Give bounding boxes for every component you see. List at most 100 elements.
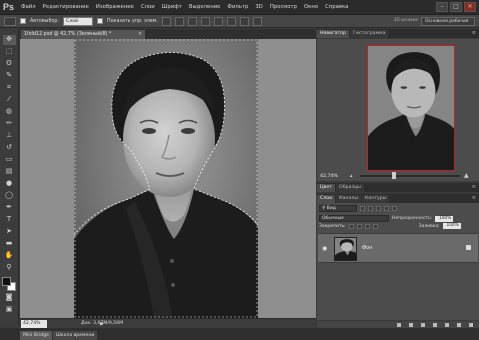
tab-swatches[interactable]: Образцы: [336, 184, 364, 192]
color-panel-menu-icon[interactable]: ≡: [472, 184, 476, 190]
new-group-icon[interactable]: [445, 322, 449, 327]
clone-stamp-tool-icon[interactable]: ⊥: [3, 131, 16, 141]
opacity-field[interactable]: 100%: [435, 215, 454, 222]
zoom-in-icon[interactable]: ▲: [464, 172, 469, 179]
autoselect-dropdown[interactable]: Слой: [63, 16, 94, 26]
move-tool-preset-icon[interactable]: [4, 16, 16, 26]
menu-filter[interactable]: Фильтр: [227, 4, 248, 10]
move-tool-icon[interactable]: ✥: [2, 35, 16, 45]
fill-field[interactable]: 100%: [442, 223, 461, 229]
lock-transparency-icon[interactable]: [348, 223, 354, 229]
status-menu-arrow-icon[interactable]: ▶: [100, 321, 104, 327]
quick-mask-icon[interactable]: ◙: [3, 293, 16, 303]
type-tool-icon[interactable]: T: [3, 215, 16, 225]
path-select-tool-icon[interactable]: ➤: [3, 227, 16, 237]
quick-select-tool-icon[interactable]: ✎: [3, 71, 16, 81]
layer-name[interactable]: Фон: [362, 246, 372, 251]
menu-view[interactable]: Просмотр: [270, 4, 297, 10]
align-bottom-icon[interactable]: [187, 16, 197, 26]
close-button[interactable]: ×: [464, 2, 476, 12]
filter-pixel-icon[interactable]: [360, 206, 365, 211]
tab-mini-bridge[interactable]: Mini Bridge: [20, 331, 52, 340]
eyedropper-tool-icon[interactable]: ⁄: [3, 95, 16, 105]
distribute-icon[interactable]: [239, 16, 249, 26]
menu-file[interactable]: Файл: [21, 4, 36, 10]
align-center-icon[interactable]: [213, 16, 223, 26]
layers-panel-menu-icon[interactable]: ≡: [472, 195, 476, 201]
adjustment-layer-icon[interactable]: [433, 322, 437, 327]
filter-shape-icon[interactable]: [384, 206, 389, 211]
tab-layers[interactable]: Слои: [317, 195, 336, 203]
navigator-zoom-slider[interactable]: [360, 172, 460, 179]
eraser-tool-icon[interactable]: ▭: [3, 155, 16, 165]
eye-visibility-icon[interactable]: ◉: [322, 245, 327, 252]
menu-window[interactable]: Окно: [304, 4, 318, 10]
marquee-tool-icon[interactable]: ⬚: [3, 47, 16, 57]
blur-tool-icon[interactable]: ●: [3, 179, 16, 189]
filter-adjustment-icon[interactable]: [368, 206, 373, 211]
screen-mode-icon[interactable]: ▣: [3, 305, 16, 315]
distribute-horizontal-icon[interactable]: [252, 16, 262, 26]
layer-mask-icon[interactable]: [421, 322, 425, 327]
tab-color[interactable]: Цвет: [317, 184, 336, 192]
navigator-panel-menu-icon[interactable]: ≡: [472, 30, 476, 36]
tab-navigator[interactable]: Навигатор: [317, 30, 350, 38]
close-tab-icon[interactable]: ×: [138, 30, 142, 39]
crop-tool-icon[interactable]: ⌗: [3, 83, 16, 93]
gradient-tool-icon[interactable]: ▤: [3, 167, 16, 177]
document-tab[interactable]: 1fold12.psd @ 42,7% (Зеленый/8) * ×: [21, 30, 145, 39]
navigator-zoom-value[interactable]: 42,74%: [320, 174, 338, 179]
filter-type-icon[interactable]: [376, 206, 381, 211]
layer-filter-dropdown[interactable]: ⚲ Вид: [319, 205, 357, 212]
lock-position-icon[interactable]: [364, 223, 370, 229]
zoom-level-field[interactable]: 42,74%: [21, 319, 47, 328]
healing-tool-icon[interactable]: ◍: [3, 107, 16, 117]
foreground-color-swatch[interactable]: [2, 276, 11, 286]
hand-tool-icon[interactable]: ✋: [3, 251, 16, 261]
menu-3d[interactable]: 3D: [255, 4, 262, 10]
new-layer-icon[interactable]: [457, 322, 461, 327]
show-transform-checkbox[interactable]: [97, 18, 104, 24]
lock-all-icon[interactable]: [372, 223, 378, 229]
zoom-out-icon[interactable]: ▴: [350, 173, 353, 179]
autoselect-label: Автовыбор:: [30, 18, 60, 24]
lasso-tool-icon[interactable]: ʘ: [3, 59, 16, 69]
align-left-icon[interactable]: [200, 16, 210, 26]
menu-help[interactable]: Справка: [325, 4, 348, 10]
history-brush-tool-icon[interactable]: ↺: [3, 143, 16, 153]
align-top-icon[interactable]: [161, 16, 171, 26]
workspace-dropdown[interactable]: Основная рабочая: [421, 17, 475, 26]
menu-layer[interactable]: Слои: [141, 4, 155, 10]
menu-edit[interactable]: Редактирование: [43, 4, 89, 10]
dodge-tool-icon[interactable]: ◯: [3, 191, 16, 201]
align-middle-icon[interactable]: [174, 16, 184, 26]
zoom-slider-handle[interactable]: [392, 172, 396, 179]
link-layers-icon[interactable]: [397, 322, 401, 327]
tab-histogram[interactable]: Гистограмма: [350, 30, 389, 38]
pen-tool-icon[interactable]: ✒: [3, 203, 16, 213]
navigator-thumbnail[interactable]: [367, 45, 455, 171]
filter-smart-object-icon[interactable]: [392, 206, 397, 211]
tab-paths[interactable]: Контуры: [362, 195, 390, 203]
layer-style-icon[interactable]: [409, 322, 413, 327]
align-right-icon[interactable]: [226, 16, 236, 26]
blend-mode-dropdown[interactable]: Обычные: [319, 215, 389, 222]
brush-tool-icon[interactable]: ✏: [3, 119, 16, 129]
tab-timeline[interactable]: Шкала времени: [52, 331, 98, 340]
maximize-button[interactable]: □: [450, 2, 462, 12]
autoselect-checkbox[interactable]: [20, 18, 26, 24]
tab-channels[interactable]: Каналы: [336, 195, 362, 203]
color-swatches[interactable]: [2, 276, 16, 291]
trash-icon[interactable]: [469, 322, 473, 327]
shape-tool-icon[interactable]: ▬: [3, 239, 16, 249]
photoshop-logo: Ps: [3, 1, 15, 12]
minimize-button[interactable]: –: [436, 2, 448, 12]
menu-image[interactable]: Изображение: [96, 4, 134, 10]
menu-type[interactable]: Шрифт: [162, 4, 182, 10]
options-bar: Автовыбор: Слой Показать упр. элем. 3D-р…: [0, 15, 479, 28]
menu-select[interactable]: Выделение: [189, 4, 221, 10]
layer-row-background[interactable]: ◉ Фон: [318, 233, 478, 263]
zoom-tool-icon[interactable]: ⚲: [3, 263, 16, 273]
canvas-area[interactable]: [20, 39, 316, 318]
lock-pixels-icon[interactable]: [356, 223, 362, 229]
